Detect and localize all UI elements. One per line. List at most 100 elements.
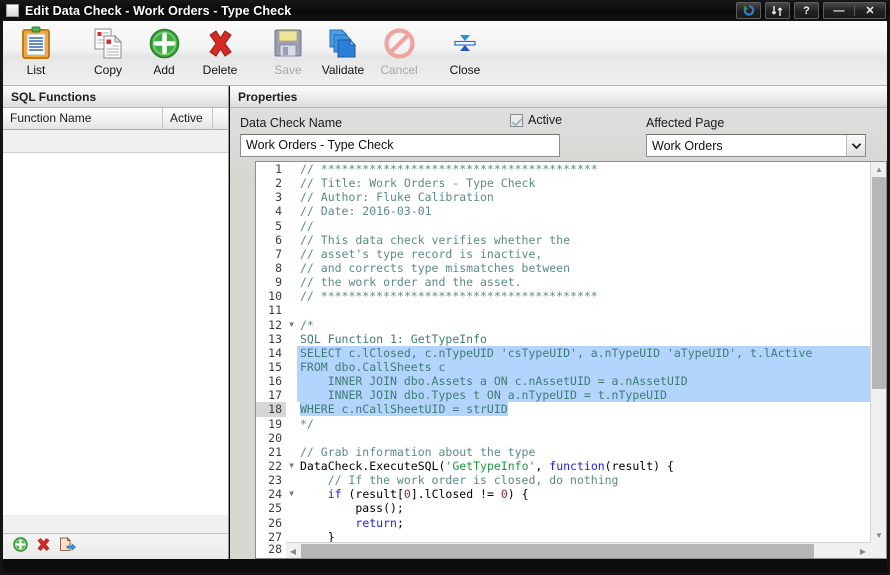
sync-icon xyxy=(771,5,783,16)
code-line[interactable]: 8 // and corrects type mismatches between xyxy=(256,260,870,276)
red-x-icon xyxy=(205,24,236,62)
code-text[interactable] xyxy=(297,431,870,445)
code-line[interactable]: 25 pass(); xyxy=(256,501,870,516)
code-text[interactable]: // *************************************… xyxy=(297,289,870,303)
active-checkbox[interactable] xyxy=(510,113,523,127)
code-line[interactable]: 5 // xyxy=(256,218,870,233)
code-line[interactable]: 24 ▼ if (result[0].lClosed != 0) { xyxy=(256,487,870,502)
editor-last-line-number: 28 xyxy=(256,542,286,558)
fold-toggle-icon[interactable]: ▼ xyxy=(286,459,297,473)
code-text[interactable]: } xyxy=(297,530,870,542)
code-line[interactable]: 27 } xyxy=(256,529,870,542)
toolbar-button-list[interactable]: List xyxy=(8,24,64,84)
code-content[interactable]: 1 // ************************************… xyxy=(256,162,870,542)
code-text[interactable]: INNER JOIN dbo.Assets a ON c.nAssetUID =… xyxy=(297,374,870,389)
add-function-button[interactable] xyxy=(13,536,28,557)
code-text[interactable]: // Grab information about the type xyxy=(297,445,870,459)
code-line[interactable]: 3 // Author: Fluke Calibration xyxy=(256,190,870,205)
code-text[interactable]: // Author: Fluke Calibration xyxy=(297,190,870,204)
code-text[interactable]: // Date: 2016-03-01 xyxy=(297,204,870,218)
affected-page-dropdown[interactable]: Work Orders xyxy=(646,134,866,157)
fold-toggle-icon[interactable]: ▼ xyxy=(286,487,297,501)
vertical-scroll-thumb[interactable] xyxy=(872,177,886,389)
help-button[interactable]: ? xyxy=(794,2,819,19)
code-text[interactable]: // xyxy=(297,219,870,233)
code-line[interactable]: 17 INNER JOIN dbo.Types t ON a.nTypeUID … xyxy=(256,388,870,403)
code-line[interactable]: 10 // ***********************************… xyxy=(256,289,870,304)
toolbar-button-copy[interactable]: Copy xyxy=(80,24,136,84)
code-text[interactable]: FROM dbo.CallSheets c xyxy=(297,359,870,375)
code-text[interactable]: if (result[0].lClosed != 0) { xyxy=(297,487,870,501)
column-header-blank[interactable] xyxy=(213,108,228,129)
fold-toggle-icon[interactable]: ▼ xyxy=(286,318,297,332)
delete-function-button[interactable] xyxy=(36,537,51,557)
toolbar-button-add[interactable]: Add xyxy=(136,24,192,84)
scroll-right-icon[interactable]: ▶ xyxy=(856,543,870,558)
copy-documents-icon xyxy=(93,24,123,62)
code-line[interactable]: 14 SELECT c.lClosed, c.nTypeUID 'csTypeUI… xyxy=(256,345,870,360)
code-line[interactable]: 12 ▼/* xyxy=(256,317,870,332)
code-line[interactable]: 18 WHERE c.nCallSheetUID = strUID xyxy=(256,402,870,417)
active-checkbox-group[interactable]: Active xyxy=(510,113,562,127)
code-text[interactable]: /* xyxy=(297,318,870,332)
minimize-button[interactable]: — xyxy=(824,5,854,17)
code-text[interactable]: DataCheck.ExecuteSQL('GetTypeInfo', func… xyxy=(297,459,870,473)
code-text[interactable]: WHERE c.nCallSheetUID = strUID xyxy=(297,402,870,417)
line-number: 22 xyxy=(256,458,286,474)
line-number: 12 xyxy=(256,317,286,332)
code-line[interactable]: 2 // Title: Work Orders - Type Check xyxy=(256,176,870,191)
code-text[interactable]: // the work order and the asset. xyxy=(297,275,870,289)
chevron-down-icon[interactable] xyxy=(846,135,865,156)
function-grid-body[interactable] xyxy=(3,152,228,515)
scroll-left-icon[interactable]: ◀ xyxy=(286,543,300,558)
toolbar-button-close[interactable]: Close xyxy=(437,24,493,84)
code-text[interactable]: return; xyxy=(297,516,870,530)
code-text[interactable]: // Title: Work Orders - Type Check xyxy=(297,176,870,190)
code-line[interactable]: 13 SQL Function 1: GetTypeInfo xyxy=(256,331,870,346)
code-text[interactable]: SQL Function 1: GetTypeInfo xyxy=(297,332,870,346)
code-line[interactable]: 20 xyxy=(256,430,870,445)
copy-function-button[interactable] xyxy=(59,536,77,557)
code-line[interactable]: 9 // the work order and the asset. xyxy=(256,275,870,290)
code-line[interactable]: 26 return; xyxy=(256,515,870,530)
code-line[interactable]: 11 xyxy=(256,303,870,318)
line-number: 25 xyxy=(256,501,286,516)
code-line[interactable]: 1 // ************************************… xyxy=(256,162,870,177)
code-text[interactable]: // *************************************… xyxy=(297,162,870,176)
data-check-name-input[interactable]: Work Orders - Type Check xyxy=(240,134,560,157)
code-text[interactable]: pass(); xyxy=(297,501,870,515)
script-editor[interactable]: 1 // ************************************… xyxy=(255,161,887,559)
scroll-down-icon[interactable]: ▼ xyxy=(871,528,886,542)
code-text[interactable]: // This data check verifies whether the xyxy=(297,233,870,247)
editor-vertical-scrollbar[interactable]: ▲ ▼ xyxy=(870,162,886,542)
code-line[interactable]: 16 INNER JOIN dbo.Assets a ON c.nAssetUI… xyxy=(256,374,870,389)
editor-viewport[interactable]: 1 // ************************************… xyxy=(256,162,870,542)
code-text[interactable] xyxy=(297,303,870,317)
code-line[interactable]: 19 */ xyxy=(256,416,870,431)
code-line[interactable]: 7 // asset's type record is inactive, xyxy=(256,246,870,261)
code-line[interactable]: 22 ▼ DataCheck.ExecuteSQL('GetTypeInfo', f… xyxy=(256,458,870,474)
code-line[interactable]: 21 // Grab information about the type xyxy=(256,444,870,459)
code-text[interactable]: // asset's type record is inactive, xyxy=(297,247,870,261)
code-text[interactable]: SELECT c.lClosed, c.nTypeUID 'csTypeUID'… xyxy=(297,345,870,360)
toolbar-button-delete[interactable]: Delete xyxy=(192,24,248,84)
toolbar-button-validate[interactable]: Validate xyxy=(315,24,371,84)
horizontal-scroll-thumb[interactable] xyxy=(301,544,814,558)
column-header-active[interactable]: Active xyxy=(163,108,213,129)
sync-button[interactable] xyxy=(765,2,790,19)
code-line[interactable]: 15 FROM dbo.CallSheets c xyxy=(256,359,870,375)
close-window-button[interactable]: ✕ xyxy=(855,4,885,17)
history-button[interactable] xyxy=(736,2,761,19)
code-text[interactable]: // and corrects type mismatches between xyxy=(297,261,870,275)
code-text[interactable]: INNER JOIN dbo.Types t ON a.nTypeUID = t… xyxy=(297,388,870,403)
editor-horizontal-scrollbar[interactable]: ◀ ▶ xyxy=(286,542,870,558)
column-header-function-name[interactable]: Function Name xyxy=(3,108,163,129)
code-line[interactable]: 23 // If the work order is closed, do no… xyxy=(256,473,870,488)
code-line[interactable]: 4 // Date: 2016-03-01 xyxy=(256,204,870,219)
scroll-up-icon[interactable]: ▲ xyxy=(871,162,886,176)
code-text[interactable]: // If the work order is closed, do nothi… xyxy=(297,473,870,487)
code-line[interactable]: 6 // This data check verifies whether the xyxy=(256,232,870,247)
code-text[interactable]: */ xyxy=(297,417,870,431)
